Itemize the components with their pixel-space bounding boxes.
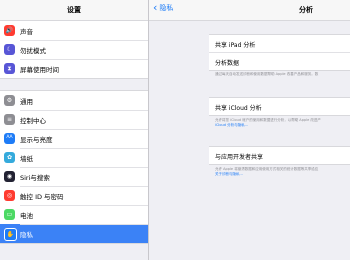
back-button[interactable]: ‹ 隐私: [153, 1, 174, 14]
share-with-developers-row[interactable]: 与应用开发者共享: [209, 147, 350, 164]
sidebar-item-label: 勿扰模式: [20, 47, 46, 55]
icloud-privacy-link[interactable]: iCloud 分析与隐私...: [215, 123, 248, 127]
analytics-footnote: 通过每天自动发送诊断和使用数据帮助 Apple 改善产品和服务。数: [215, 72, 350, 77]
sidebar-item-screen-time[interactable]: ⧗ 屏幕使用时间: [0, 59, 148, 78]
sidebar-group-1: 🔊 声音 ☾ 勿扰模式 ⧗ 屏幕使用时间: [0, 20, 148, 79]
battery-icon: ▭: [4, 209, 15, 220]
sidebar-item-label: 通用: [20, 98, 33, 106]
hand-icon: ✋: [4, 228, 17, 241]
page-title: 分析: [299, 6, 313, 14]
detail-header: ‹ 隐私 分析: [149, 0, 350, 21]
row-label: 分析数据: [215, 60, 240, 67]
moon-icon: ☾: [4, 44, 15, 55]
sidebar-item-siri[interactable]: ◉ Siri与搜索: [0, 167, 148, 186]
sidebar-item-wallpaper[interactable]: ✿ 墙纸: [0, 148, 148, 167]
footnote-text: 通过每天自动发送诊断和使用数据帮助 Apple 改善产品和服务。数: [215, 72, 319, 76]
sidebar-item-touch-id[interactable]: ◎ 触控 ID 与密码: [0, 186, 148, 205]
sidebar-title: 设置: [67, 6, 81, 14]
sidebar-item-sounds[interactable]: 🔊 声音: [0, 21, 148, 40]
sidebar-item-label: 墙纸: [20, 155, 33, 163]
speaker-icon: 🔊: [4, 25, 15, 36]
developer-sharing-section: 与应用开发者共享: [209, 146, 350, 165]
settings-sidebar: 设置 🔊 声音 ☾ 勿扰模式 ⧗ 屏幕使用时间 ⚙ 通用 ≡ 控制中心 AA 显…: [0, 0, 149, 260]
footnote-text: 允许将您 iCloud 帐户的使用和数据进行分析，以帮助 Apple 改进产: [215, 118, 321, 122]
icloud-analytics-section: 共享 iCloud 分析: [209, 97, 350, 116]
sidebar-item-label: 声音: [20, 28, 33, 36]
wallpaper-icon: ✿: [4, 152, 15, 163]
analytics-data-row[interactable]: 分析数据: [209, 52, 350, 70]
row-label: 共享 iCloud 分析: [215, 105, 262, 112]
diagnostics-privacy-link[interactable]: 关于诊断与隐私...: [215, 172, 243, 176]
chevron-left-icon: ‹: [153, 1, 158, 14]
detail-pane: ‹ 隐私 分析 共享 iPad 分析 分析数据 通过每天自动发送诊断和使用数据帮…: [149, 0, 350, 260]
footnote-text: 允许 Apple 将崩溃数据和应用使用方式相关的统计数据等共享给应: [215, 167, 319, 171]
display-icon: AA: [4, 133, 15, 144]
sidebar-item-label: 隐私: [20, 231, 33, 239]
sidebar-item-label: 触控 ID 与密码: [20, 193, 64, 201]
icloud-footnote: 允许将您 iCloud 帐户的使用和数据进行分析，以帮助 Apple 改进产 i…: [215, 118, 350, 128]
back-label: 隐私: [159, 4, 174, 12]
share-ipad-analytics-row[interactable]: 共享 iPad 分析: [209, 35, 350, 52]
sidebar-item-do-not-disturb[interactable]: ☾ 勿扰模式: [0, 40, 148, 59]
analytics-section: 共享 iPad 分析 分析数据: [209, 34, 350, 71]
control-center-icon: ≡: [4, 114, 15, 125]
sidebar-item-label: 电池: [20, 212, 33, 220]
sidebar-item-label: 控制中心: [20, 117, 46, 125]
gear-icon: ⚙: [4, 95, 15, 106]
sidebar-item-battery[interactable]: ▭ 电池: [0, 205, 148, 224]
sidebar-item-label: 屏幕使用时间: [20, 66, 59, 74]
sidebar-item-label: 显示与亮度: [20, 136, 53, 144]
sidebar-item-general[interactable]: ⚙ 通用: [0, 91, 148, 110]
share-icloud-analytics-row[interactable]: 共享 iCloud 分析: [209, 98, 350, 115]
sidebar-item-display[interactable]: AA 显示与亮度: [0, 129, 148, 148]
developer-footnote: 允许 Apple 将崩溃数据和应用使用方式相关的统计数据等共享给应 关于诊断与隐…: [215, 167, 350, 177]
sidebar-item-privacy[interactable]: ✋ 隐私: [0, 224, 148, 243]
row-label: 共享 iPad 分析: [215, 42, 256, 49]
hourglass-icon: ⧗: [4, 63, 15, 74]
sidebar-item-control-center[interactable]: ≡ 控制中心: [0, 110, 148, 129]
row-label: 与应用开发者共享: [215, 154, 264, 161]
fingerprint-icon: ◎: [4, 190, 15, 201]
sidebar-header: 设置: [0, 0, 148, 21]
sidebar-group-2: ⚙ 通用 ≡ 控制中心 AA 显示与亮度 ✿ 墙纸 ◉ Siri与搜索 ◎ 触控…: [0, 90, 148, 244]
siri-icon: ◉: [4, 171, 15, 182]
sidebar-item-label: Siri与搜索: [20, 174, 50, 182]
